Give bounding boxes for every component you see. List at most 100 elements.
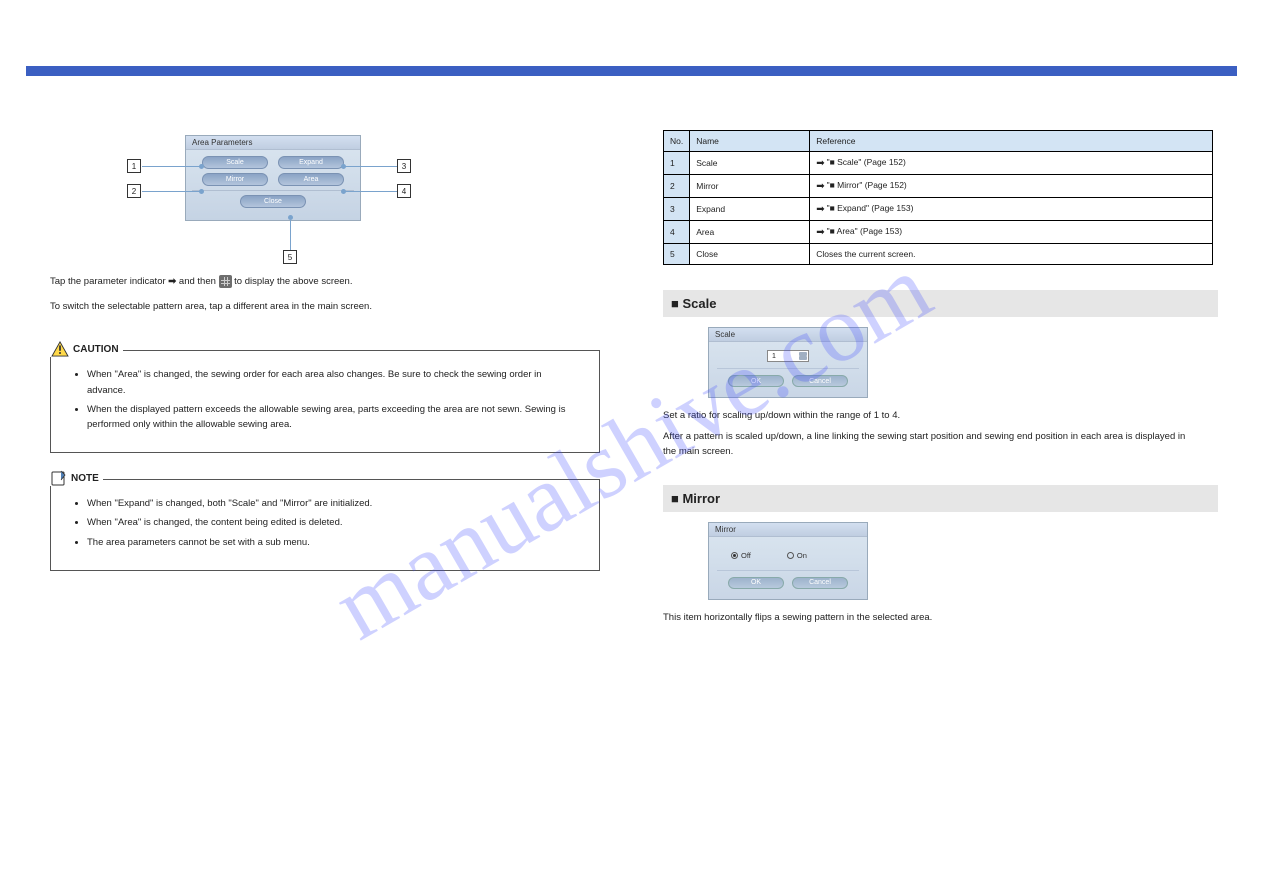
cell: 1 (664, 152, 690, 175)
intro-text: Tap the parameter indicator ➡ and then t… (50, 275, 600, 314)
text: On (797, 551, 807, 560)
section-scale-heading: ■ Scale (663, 290, 1218, 317)
caution-icon (51, 341, 69, 357)
text: To switch the selectable pattern area, t… (50, 301, 372, 312)
mirror-desc: This item horizontally flips a sewing pa… (663, 610, 1193, 625)
callout-dot (288, 215, 293, 220)
area-parameters-figure: Area Parameters Scale Expand Mirror Area… (135, 135, 485, 255)
cell: ➡"■ Expand" (Page 153) (810, 198, 1213, 221)
cell: ➡"■ Area" (Page 153) (810, 221, 1213, 244)
callout-dot (341, 189, 346, 194)
header-bar (26, 66, 1237, 76)
cell: 4 (664, 221, 690, 244)
cell: Area (690, 221, 810, 244)
mirror-button[interactable]: Mirror (202, 173, 268, 186)
table-header: Reference (810, 131, 1213, 152)
ok-button[interactable]: OK (728, 375, 784, 387)
callout-5: 5 (283, 250, 297, 264)
text: "■ Expand" (Page 153) (827, 203, 914, 213)
cancel-button[interactable]: Cancel (792, 375, 848, 387)
arrow-icon: ➡ (816, 204, 824, 215)
table-row: 2 Mirror ➡"■ Mirror" (Page 152) (664, 175, 1213, 198)
scale-button[interactable]: Scale (202, 156, 268, 169)
text: Tap the parameter indicator (50, 276, 166, 287)
text: Mirror (682, 491, 720, 506)
callout-dot (199, 164, 204, 169)
expand-button[interactable]: Expand (278, 156, 344, 169)
cancel-button[interactable]: Cancel (792, 577, 848, 589)
arrow-icon: ➡ (816, 158, 824, 169)
caution-title: CAUTION (73, 344, 119, 355)
reference-table: No. Name Reference 1 Scale ➡"■ Scale" (P… (663, 130, 1213, 265)
cell: Mirror (690, 175, 810, 198)
cell: 3 (664, 198, 690, 221)
ok-button[interactable]: OK (728, 577, 784, 589)
table-row: 3 Expand ➡"■ Expand" (Page 153) (664, 198, 1213, 221)
cell: ➡"■ Mirror" (Page 152) (810, 175, 1213, 198)
caution-box: CAUTION When "Area" is changed, the sewi… (50, 350, 600, 453)
cell: Expand (690, 198, 810, 221)
table-header: No. (664, 131, 690, 152)
dialog-title: Area Parameters (186, 136, 360, 150)
arrow-icon: ➡ (816, 181, 824, 192)
table-row: 5 Close Closes the current screen. (664, 244, 1213, 265)
table-row: 4 Area ➡"■ Area" (Page 153) (664, 221, 1213, 244)
section-mirror-heading: ■ Mirror (663, 485, 1218, 512)
radio-icon (731, 552, 738, 559)
callout-4: 4 (397, 184, 411, 198)
cell: ➡"■ Scale" (Page 152) (810, 152, 1213, 175)
text: Off (741, 551, 751, 560)
cell: Scale (690, 152, 810, 175)
callout-line (345, 191, 397, 192)
grid-icon (219, 275, 232, 288)
cell: 5 (664, 244, 690, 265)
scale-dialog: Scale 1 OK Cancel (708, 327, 868, 398)
callout-line (345, 166, 397, 167)
table-header: Name (690, 131, 810, 152)
text: to display the above screen. (234, 276, 352, 287)
radio-off[interactable]: Off (731, 551, 751, 560)
note-title: NOTE (71, 473, 99, 484)
text: After a pattern is scaled up/down, a lin… (663, 429, 1193, 459)
callout-line (142, 191, 200, 192)
arrow-icon: ➡ (816, 227, 824, 238)
text: Set a ratio for scaling up/down within t… (663, 408, 1193, 423)
dialog-title: Scale (709, 328, 867, 342)
mirror-dialog: Mirror Off On OK Cancel (708, 522, 868, 600)
note-icon (51, 470, 67, 486)
close-button[interactable]: Close (240, 195, 306, 208)
radio-icon (787, 552, 794, 559)
callout-dot (341, 164, 346, 169)
text: "■ Mirror" (Page 152) (827, 180, 907, 190)
spinner-icon[interactable] (799, 352, 807, 360)
dialog-title: Mirror (709, 523, 867, 537)
callout-2: 2 (127, 184, 141, 198)
list-item: When "Area" is changed, the sewing order… (87, 367, 579, 397)
list-item: When "Area" is changed, the content bein… (87, 515, 579, 530)
radio-on[interactable]: On (787, 551, 807, 560)
input-value: 1 (772, 353, 776, 360)
list-item: When "Expand" is changed, both "Scale" a… (87, 496, 579, 511)
scale-desc: Set a ratio for scaling up/down within t… (663, 408, 1193, 460)
text: "■ Area" (Page 153) (827, 226, 902, 236)
text: "■ Scale" (Page 152) (827, 157, 906, 167)
cell: Close (690, 244, 810, 265)
callout-1: 1 (127, 159, 141, 173)
table-row: 1 Scale ➡"■ Scale" (Page 152) (664, 152, 1213, 175)
text: Closes the current screen. (816, 249, 915, 259)
cell: 2 (664, 175, 690, 198)
scale-value-input[interactable]: 1 (767, 350, 809, 362)
arrow-icon: ➡ (168, 276, 176, 287)
area-parameters-dialog: Area Parameters Scale Expand Mirror Area… (185, 135, 361, 221)
callout-3: 3 (397, 159, 411, 173)
text: Scale (682, 296, 716, 311)
text: and then (179, 276, 219, 287)
list-item: The area parameters cannot be set with a… (87, 535, 579, 550)
area-button[interactable]: Area (278, 173, 344, 186)
note-box: NOTE When "Expand" is changed, both "Sca… (50, 479, 600, 571)
list-item: When the displayed pattern exceeds the a… (87, 402, 579, 432)
cell: Closes the current screen. (810, 244, 1213, 265)
callout-line (142, 166, 200, 167)
callout-line (290, 220, 291, 250)
callout-dot (199, 189, 204, 194)
